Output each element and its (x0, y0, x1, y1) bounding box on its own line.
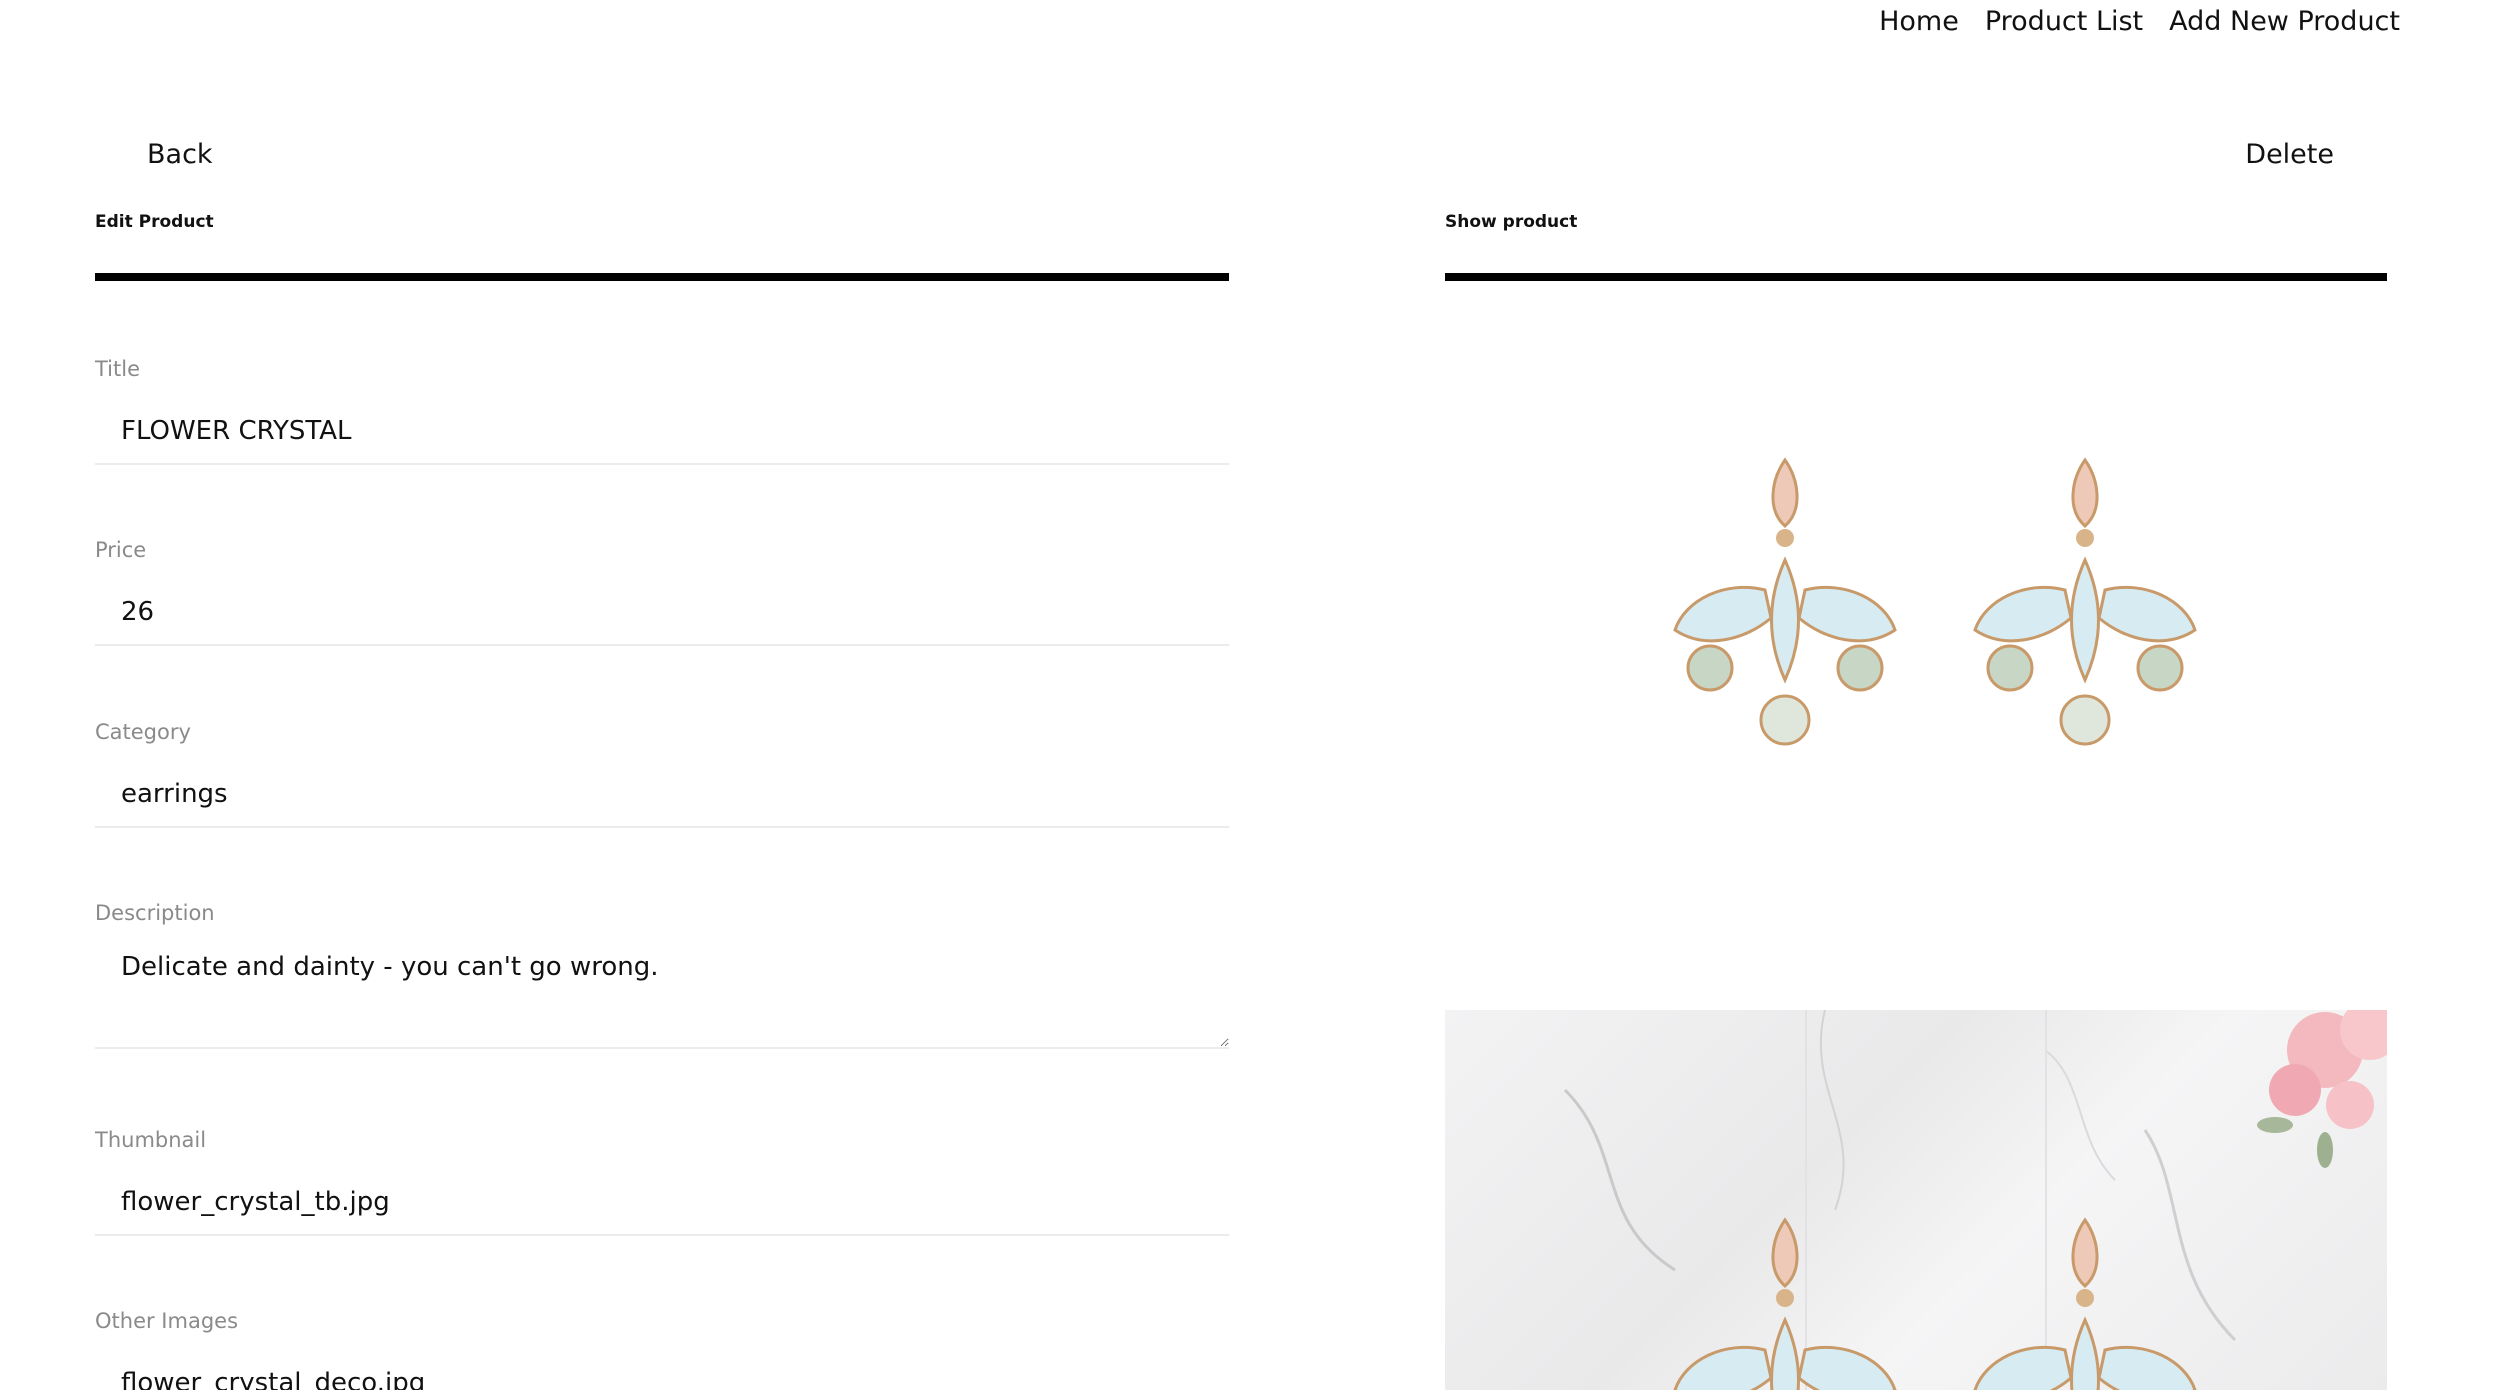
title-input[interactable] (95, 409, 1229, 453)
marble-earrings-illustration (1563, 1010, 2387, 1390)
category-input[interactable] (95, 772, 1229, 816)
price-underline (95, 644, 1229, 646)
category-underline (95, 826, 1229, 828)
title-underline (95, 463, 1229, 465)
edit-product-divider (95, 273, 1229, 281)
price-input[interactable] (95, 590, 1229, 634)
earrings-illustration (1673, 457, 2197, 746)
thumbnail-field: Thumbnail (95, 1128, 1229, 1236)
product-deco-image (1445, 1010, 2387, 1390)
thumbnail-input[interactable] (95, 1180, 1229, 1224)
description-underline (95, 1047, 1229, 1049)
other-images-input[interactable] (95, 1361, 1229, 1390)
top-navigation: Home Product List Add New Product (1879, 6, 2400, 37)
thumbnail-underline (95, 1234, 1229, 1236)
description-label: Description (95, 901, 215, 925)
category-label: Category (95, 720, 191, 744)
delete-button[interactable]: Delete (2245, 139, 2334, 170)
nav-product-list-link[interactable]: Product List (1985, 6, 2143, 37)
show-product-divider (1445, 273, 2387, 281)
page: Home Product List Add New Product Back E… (0, 0, 2496, 1390)
price-field: Price (95, 538, 1229, 646)
thumbnail-label: Thumbnail (95, 1128, 207, 1152)
description-field: Description Delicate and dainty - you ca… (95, 901, 1229, 1049)
nav-home-link[interactable]: Home (1879, 6, 1959, 37)
description-textarea[interactable]: Delicate and dainty - you can't go wrong… (95, 947, 1229, 1047)
other-images-label: Other Images (95, 1309, 239, 1333)
category-field: Category (95, 720, 1229, 828)
product-thumbnail-image (1445, 300, 2387, 960)
edit-product-heading: Edit Product (95, 212, 214, 232)
show-product-heading: Show product (1445, 212, 1578, 232)
other-images-field: Other Images (95, 1309, 1229, 1390)
back-button[interactable]: Back (147, 139, 213, 170)
title-field: Title (95, 357, 1229, 465)
nav-add-new-product-link[interactable]: Add New Product (2169, 6, 2400, 37)
price-label: Price (95, 538, 147, 562)
title-label: Title (95, 357, 141, 381)
